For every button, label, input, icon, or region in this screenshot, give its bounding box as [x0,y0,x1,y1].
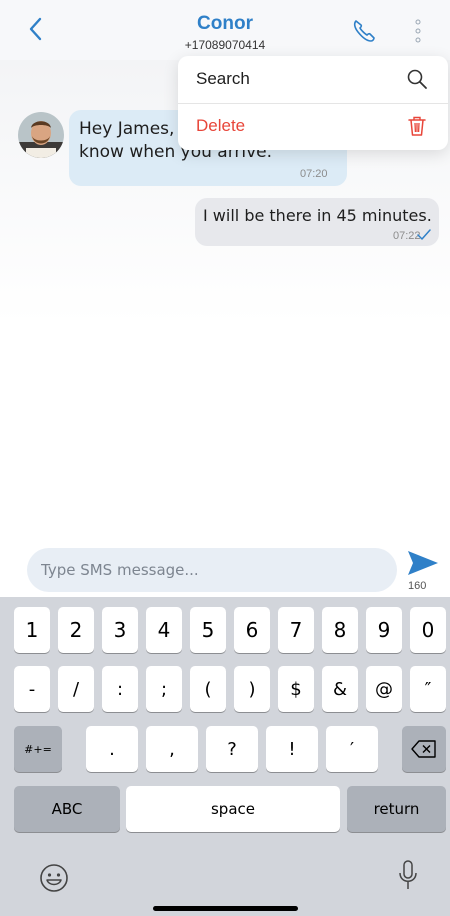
sent-check-icon [417,229,431,240]
abc-switch-key[interactable]: ABC [14,786,120,832]
key-exclamation[interactable]: ! [266,726,318,772]
key-4[interactable]: 4 [146,607,182,653]
menu-item-label: Delete [196,116,246,135]
key-period[interactable]: . [86,726,138,772]
key-close-paren[interactable]: ) [234,666,270,712]
trash-icon [408,116,426,136]
menu-item-delete[interactable]: Delete [178,103,448,150]
microphone-icon[interactable] [398,859,418,891]
key-slash[interactable]: / [58,666,94,712]
key-dollar[interactable]: $ [278,666,314,712]
key-3[interactable]: 3 [102,607,138,653]
key-double-quote[interactable]: ″ [410,666,446,712]
backspace-icon [411,740,436,758]
key-1[interactable]: 1 [14,607,50,653]
vertical-dots-icon[interactable] [412,16,424,46]
key-colon[interactable]: : [102,666,138,712]
character-counter: 160 [408,580,427,592]
backspace-key[interactable] [402,726,446,772]
key-9[interactable]: 9 [366,607,402,653]
menu-item-label: Search [196,69,250,88]
key-comma[interactable]: , [146,726,198,772]
key-open-paren[interactable]: ( [190,666,226,712]
emoji-icon[interactable] [38,862,70,894]
return-key[interactable]: return [347,786,446,832]
key-semicolon[interactable]: ; [146,666,182,712]
contact-name[interactable]: Conor [0,13,450,35]
home-indicator [153,906,298,911]
key-8[interactable]: 8 [322,607,358,653]
send-icon[interactable] [406,549,440,577]
avatar[interactable] [18,112,64,158]
key-2[interactable]: 2 [58,607,94,653]
outgoing-message-text: I will be there in 45 minutes. [203,206,432,225]
phone-icon[interactable] [351,18,377,44]
key-0[interactable]: 0 [410,607,446,653]
key-question[interactable]: ? [206,726,258,772]
key-7[interactable]: 7 [278,607,314,653]
search-icon [407,69,427,89]
options-menu: Search Delete [178,56,448,150]
message-timestamp: 07:20 [300,168,328,180]
key-apostrophe[interactable]: ′ [326,726,378,772]
key-ampersand[interactable]: & [322,666,358,712]
sms-message-input[interactable] [27,548,397,592]
contact-number: +17089070414 [184,38,266,52]
menu-item-search[interactable]: Search [178,56,448,103]
key-at[interactable]: @ [366,666,402,712]
symbols-switch-key[interactable]: #+= [14,726,62,772]
key-hyphen[interactable]: - [14,666,50,712]
space-key[interactable]: space [126,786,340,832]
key-6[interactable]: 6 [234,607,270,653]
key-5[interactable]: 5 [190,607,226,653]
